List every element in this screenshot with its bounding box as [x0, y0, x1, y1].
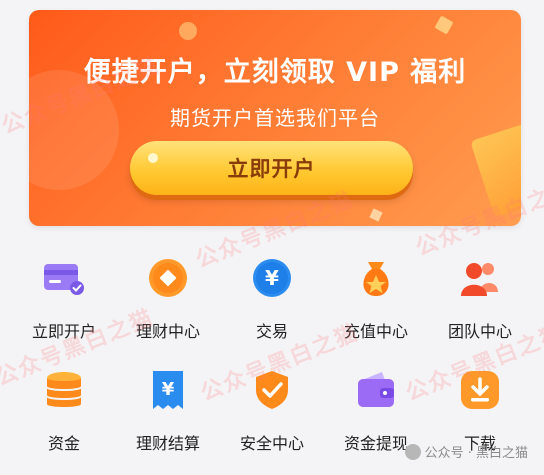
footer-watermark: 公众号 · 黑白之猫: [404, 442, 528, 461]
shield-check-icon: [250, 368, 294, 412]
yen-icon: ¥: [250, 256, 294, 300]
banner-decoration: [179, 22, 197, 40]
promo-banner[interactable]: 便捷开户，立刻领取 VIP 福利 期货开户首选我们平台 立即开户: [29, 10, 521, 226]
download-icon: [458, 368, 502, 412]
grid-item-wealth-center[interactable]: 理财中心: [116, 256, 220, 342]
grid-item-label: 充值中心: [343, 322, 408, 341]
wallet-icon: [354, 368, 398, 412]
grid-item-label: 资金提现: [343, 434, 408, 453]
banner-decoration: [434, 15, 454, 35]
banner-decoration: [470, 122, 521, 218]
grid-item-label: 立即开户: [31, 322, 96, 341]
grid-item-label: 安全中心: [239, 434, 304, 453]
grid-item-open-account[interactable]: 立即开户: [12, 256, 116, 342]
grid-item-label: 资金: [47, 434, 80, 453]
grid-item-label: 理财结算: [135, 434, 200, 453]
banner-subtitle: 期货开户首选我们平台: [170, 106, 380, 130]
wechat-icon: [404, 443, 421, 460]
coin-icon: [146, 256, 190, 300]
card-check-icon: [42, 256, 86, 300]
grid-item-funds[interactable]: 资金: [12, 368, 116, 454]
page: 便捷开户，立刻领取 VIP 福利 期货开户首选我们平台 立即开户 立即开户 理财…: [0, 0, 544, 475]
svg-text:¥: ¥: [265, 266, 279, 290]
grid-item-wealth-settlement[interactable]: ¥ 理财结算: [116, 368, 220, 454]
receipt-icon: ¥: [146, 368, 190, 412]
money-bag-icon: [354, 256, 398, 300]
coin-stack-icon: [42, 368, 86, 412]
feature-grid: 立即开户 理财中心 ¥ 交易 充值中心 团队中心 资金 ¥ 理财结算 安全中心 …: [12, 256, 532, 454]
banner-decoration: [369, 208, 383, 222]
footer-watermark-text: 公众号 · 黑白之猫: [424, 446, 528, 461]
button-shine: [148, 153, 158, 163]
banner-title: 便捷开户，立刻领取 VIP 福利: [83, 57, 467, 88]
grid-item-label: 团队中心: [447, 322, 512, 341]
grid-item-trade[interactable]: ¥ 交易: [220, 256, 324, 342]
svg-text:¥: ¥: [162, 379, 175, 400]
grid-item-recharge-center[interactable]: 充值中心: [324, 256, 428, 342]
grid-item-team-center[interactable]: 团队中心: [428, 256, 532, 342]
grid-item-label: 交易: [255, 322, 288, 341]
open-account-button-label: 立即开户: [227, 158, 316, 181]
open-account-button[interactable]: 立即开户: [130, 141, 413, 195]
grid-item-label: 理财中心: [135, 322, 200, 341]
grid-item-security-center[interactable]: 安全中心: [220, 368, 324, 454]
team-icon: [458, 256, 502, 300]
